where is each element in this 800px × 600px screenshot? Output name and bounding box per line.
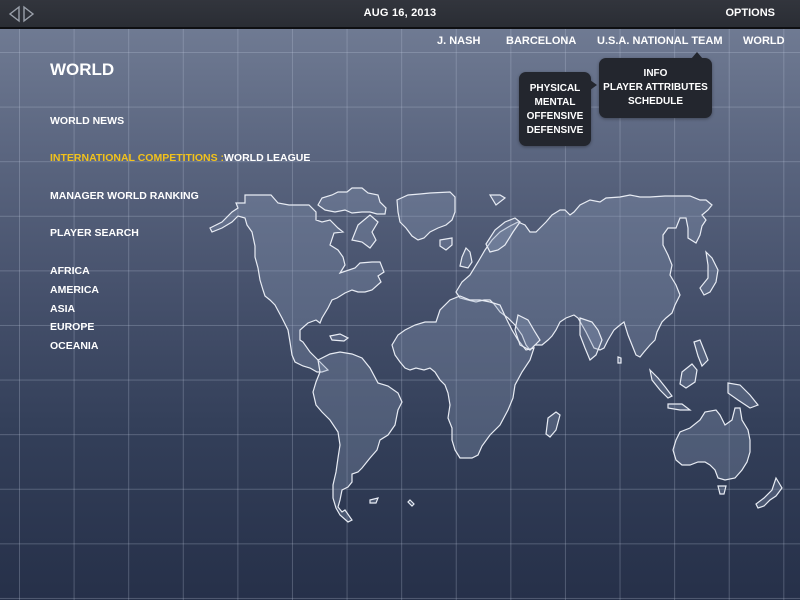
map-greenland[interactable]	[396, 191, 456, 241]
map-south-america[interactable]	[312, 351, 403, 523]
top-bar: AUG 16, 2013 OPTIONS	[0, 0, 800, 29]
map-philippines[interactable]	[693, 339, 709, 368]
breadcrumb-player[interactable]: J. NASH	[437, 35, 480, 47]
map-baffin-island[interactable]	[351, 214, 379, 249]
map-borneo[interactable]	[679, 363, 698, 389]
map-sri-lanka[interactable]	[617, 356, 622, 364]
map-australia[interactable]	[672, 407, 751, 481]
popup-item-info[interactable]: INFO	[599, 67, 712, 81]
map-svalbard[interactable]	[488, 194, 507, 206]
map-madagascar[interactable]	[545, 411, 561, 438]
map-iceland[interactable]	[439, 237, 453, 251]
map-south-georgia[interactable]	[407, 499, 415, 507]
map-new-zealand[interactable]	[755, 476, 783, 509]
popup-item-offensive[interactable]: OFFENSIVE	[519, 110, 591, 124]
map-new-guinea[interactable]	[727, 382, 759, 409]
map-java[interactable]	[667, 403, 692, 411]
popup-item-schedule[interactable]: SCHEDULE	[599, 95, 712, 109]
map-sumatra[interactable]	[649, 368, 673, 399]
player-attributes-popup: PHYSICAL MENTAL OFFENSIVE DEFENSIVE	[519, 72, 597, 146]
popup-item-mental[interactable]: MENTAL	[519, 96, 591, 110]
breadcrumb-club[interactable]: BARCELONA	[506, 35, 576, 47]
game-date: AUG 16, 2013	[363, 7, 437, 19]
map-cuba[interactable]	[329, 333, 350, 342]
map-falklands[interactable]	[369, 497, 379, 504]
popup-item-defensive[interactable]: DEFENSIVE	[519, 124, 591, 138]
popup-item-physical[interactable]: PHYSICAL	[519, 82, 591, 96]
breadcrumb: J. NASH BARCELONA U.S.A. NATIONAL TEAM W…	[0, 35, 800, 51]
map-north-america[interactable]	[209, 194, 385, 373]
map-tasmania[interactable]	[717, 485, 727, 495]
map-british-isles[interactable]	[459, 246, 473, 269]
breadcrumb-world[interactable]: WORLD	[743, 35, 785, 47]
map-japan[interactable]	[699, 250, 719, 296]
breadcrumb-national-team[interactable]: U.S.A. NATIONAL TEAM	[597, 35, 722, 47]
national-team-popup: INFO PLAYER ATTRIBUTES SCHEDULE	[599, 52, 712, 118]
map-arctic-islands[interactable]	[317, 187, 387, 215]
options-button[interactable]: OPTIONS	[725, 7, 775, 19]
popup-item-player-attributes[interactable]: PLAYER ATTRIBUTES	[599, 81, 712, 95]
